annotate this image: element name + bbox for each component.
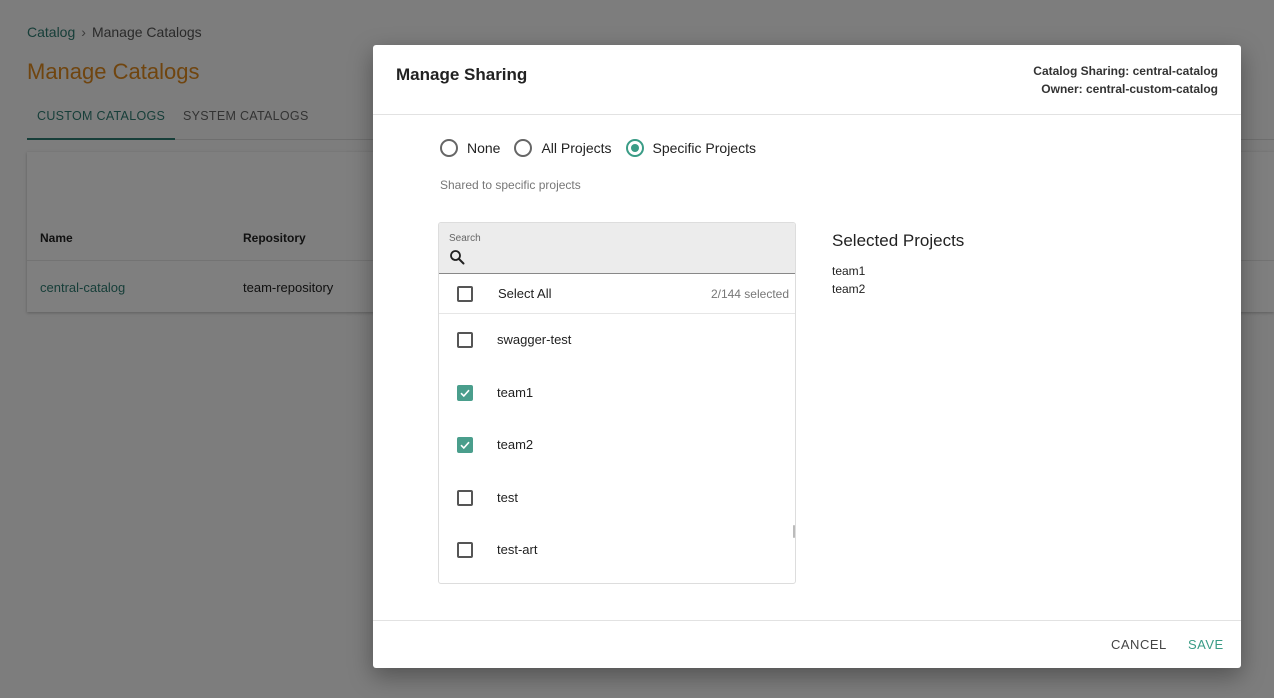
item-checkbox[interactable] [457, 384, 473, 401]
catalog-sharing-label: Catalog Sharing: central-catalog [1033, 64, 1218, 78]
selected-project: team2 [832, 282, 866, 296]
radio-specific-projects-label: Specific Projects [652, 140, 756, 156]
list-item[interactable]: team1 [439, 367, 795, 420]
dialog-footer: CANCEL SAVE [373, 620, 1241, 668]
dialog-header: Manage Sharing Catalog Sharing: central-… [373, 45, 1241, 115]
dialog-title: Manage Sharing [396, 65, 528, 84]
select-all-label: Select All [498, 286, 552, 301]
owner-label: Owner: central-custom-catalog [1041, 82, 1218, 96]
save-button[interactable]: SAVE [1188, 637, 1224, 652]
radio-specific-projects[interactable]: Specific Projects [625, 139, 756, 157]
cancel-button[interactable]: CANCEL [1111, 637, 1167, 652]
search-label: Search [449, 233, 481, 244]
radio-all-projects-label: All Projects [541, 140, 612, 156]
item-label: test-art [497, 542, 538, 557]
item-label: swagger-test [497, 332, 572, 347]
radio-all-projects-circle[interactable] [514, 139, 533, 157]
project-list-panel: Search Select All 2/144 selected swagger… [438, 222, 796, 584]
item-label: team2 [497, 437, 534, 452]
selected-project: team1 [832, 264, 866, 278]
item-checkbox[interactable] [457, 542, 473, 558]
item-checkbox[interactable] [457, 332, 473, 348]
radio-none-label: None [467, 140, 501, 156]
search-icon [450, 250, 465, 265]
search-box[interactable]: Search [439, 223, 795, 274]
project-list: swagger-test team1 team2 test test-art [439, 314, 795, 583]
list-item[interactable]: test-art [439, 524, 795, 577]
select-all-checkbox[interactable] [457, 286, 473, 302]
list-scrollbar[interactable] [793, 525, 795, 538]
list-item[interactable]: swagger-test [439, 314, 795, 367]
item-label: team1 [497, 384, 534, 400]
item-checkbox[interactable] [457, 489, 473, 506]
check-icon [460, 441, 470, 450]
search-input[interactable] [469, 247, 779, 267]
radio-none[interactable]: None [440, 139, 500, 157]
selected-projects-title: Selected Projects [832, 231, 965, 250]
list-item[interactable]: test [439, 472, 795, 525]
radio-none-circle[interactable] [440, 139, 458, 157]
check-icon [460, 389, 470, 397]
dialog-meta: Catalog Sharing: central-catalog Owner: … [1033, 62, 1218, 98]
selected-projects-list: team1 team2 [832, 262, 865, 298]
radio-specific-projects-circle[interactable] [625, 139, 644, 157]
manage-sharing-dialog: Manage Sharing Catalog Sharing: central-… [373, 45, 1241, 668]
select-all-row[interactable]: Select All 2/144 selected [439, 274, 795, 314]
selected-count: 2/144 selected [710, 287, 789, 301]
radio-all-projects[interactable]: All Projects [514, 139, 612, 157]
item-label: test [497, 489, 518, 505]
sharing-hint: Shared to specific projects [440, 178, 581, 192]
sharing-radio-group: None All Projects Specific Projects [440, 139, 770, 157]
list-item[interactable]: team2 [439, 419, 795, 472]
item-checkbox[interactable] [457, 437, 473, 453]
